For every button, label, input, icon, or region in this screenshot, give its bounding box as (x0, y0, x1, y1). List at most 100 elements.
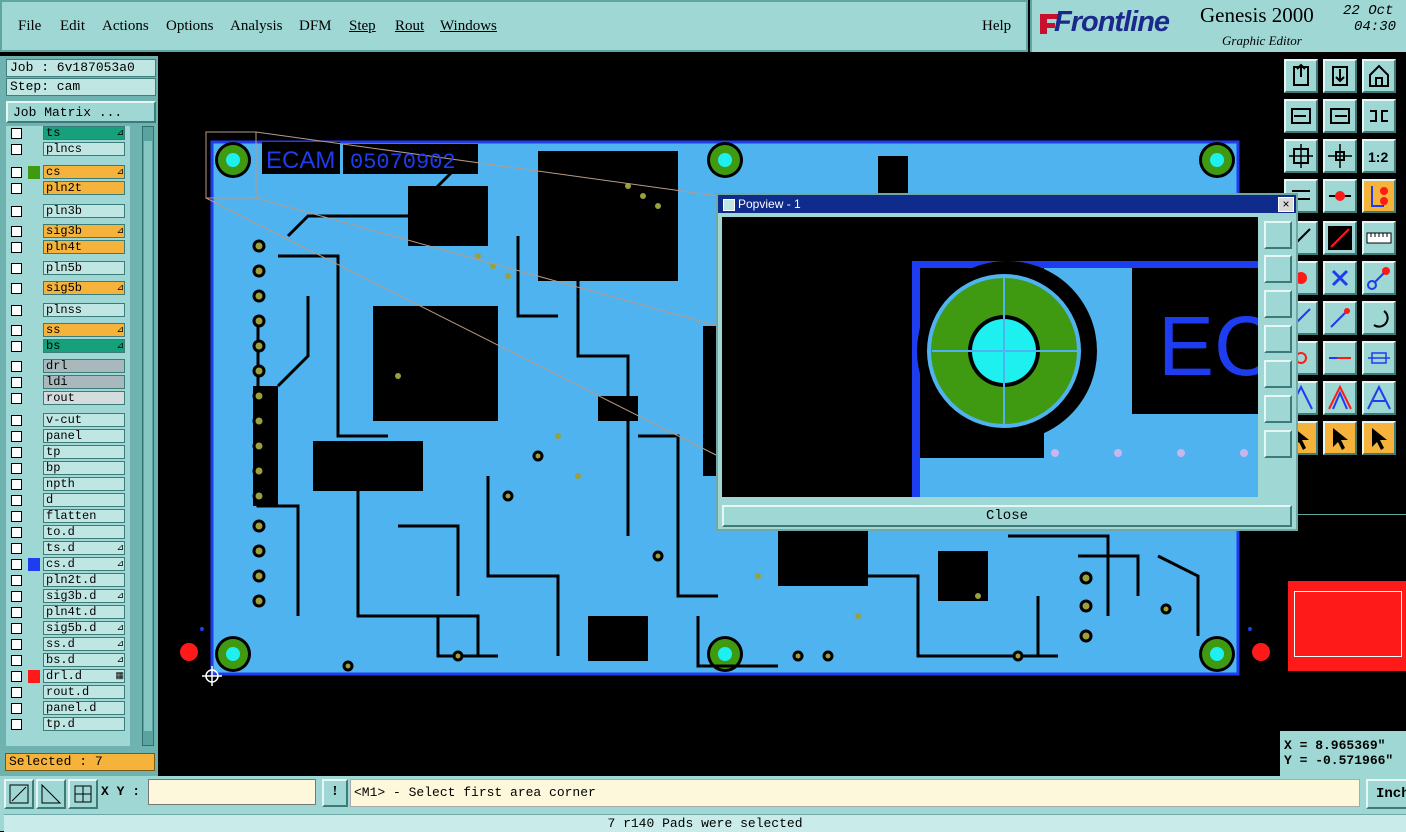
arc-tool-button[interactable] (1362, 301, 1396, 335)
dimension-button[interactable] (1362, 341, 1396, 375)
overview-panel[interactable] (1280, 514, 1406, 715)
menu-edit[interactable]: Edit (60, 18, 85, 35)
layer-row[interactable]: plncs (6, 142, 130, 157)
layer-name[interactable]: pln4t (43, 240, 125, 254)
layer-name[interactable]: flatten (43, 509, 125, 523)
netlist-button[interactable] (1362, 179, 1396, 213)
connect-tool-button[interactable] (1362, 261, 1396, 295)
layer-name[interactable]: cs.d (43, 557, 125, 571)
zoom-ratio-button[interactable]: 1:2 (1362, 139, 1396, 173)
layer-row[interactable]: ss.d ⊿ (6, 637, 130, 652)
layer-name[interactable]: sig5b (43, 281, 125, 295)
layer-scrollbar[interactable] (142, 126, 154, 746)
select-pointer-3-button[interactable] (1362, 421, 1396, 455)
layer-name[interactable]: bs (43, 339, 125, 353)
layer-checkbox[interactable] (11, 671, 22, 682)
popview-pan-left-icon[interactable] (1264, 325, 1292, 353)
layer-checkbox[interactable] (11, 703, 22, 714)
layer-row[interactable]: sig5b.d ⊿ (6, 621, 130, 636)
layer-row[interactable]: ts.d ⊿ (6, 541, 130, 556)
layer-row[interactable]: ss ⊿ (6, 323, 130, 338)
layer-name[interactable]: rout (43, 391, 125, 405)
layer-row[interactable]: bp (6, 461, 130, 476)
menu-dfm[interactable]: DFM (299, 18, 332, 35)
alert-icon[interactable]: ! (322, 779, 348, 807)
layer-name[interactable]: bs.d (43, 653, 125, 667)
layer-checkbox[interactable] (11, 283, 22, 294)
layer-name[interactable]: drl.d (43, 669, 125, 683)
layer-name[interactable]: ldi (43, 375, 125, 389)
menu-analysis[interactable]: Analysis (230, 18, 283, 35)
xy-input[interactable] (148, 779, 316, 805)
select-pointer-2-button[interactable] (1323, 421, 1357, 455)
layer-checkbox[interactable] (11, 226, 22, 237)
layer-name[interactable]: panel (43, 429, 125, 443)
layer-row[interactable]: sig3b.d ⊿ (6, 589, 130, 604)
zoom-fit-button[interactable] (1362, 99, 1396, 133)
layer-checkbox[interactable] (11, 206, 22, 217)
layer-row[interactable]: cs.d ⊿ (6, 557, 130, 572)
popview-close-button[interactable]: Close (722, 505, 1292, 527)
layer-row[interactable]: rout (6, 391, 130, 406)
layer-name[interactable]: npth (43, 477, 125, 491)
menu-windows[interactable]: Windows (440, 18, 497, 35)
layer-row[interactable]: v-cut (6, 413, 130, 428)
pan-right-button[interactable] (1323, 99, 1357, 133)
layer-row[interactable]: pln2t (6, 181, 130, 196)
layer-checkbox[interactable] (11, 325, 22, 336)
zoom-home-button[interactable] (1284, 59, 1318, 93)
layer-name[interactable]: ts.d (43, 541, 125, 555)
popview-zoom-in-icon[interactable] (1264, 430, 1292, 458)
layer-row[interactable]: pln3b (6, 204, 130, 219)
layer-row[interactable]: pln2t.d (6, 573, 130, 588)
ruler-button[interactable] (1362, 221, 1396, 255)
layer-color-indicator[interactable] (28, 558, 40, 571)
menu-step[interactable]: Step (349, 18, 376, 35)
layer-name[interactable]: tp (43, 445, 125, 459)
layer-name[interactable]: pln2t.d (43, 573, 125, 587)
layer-name[interactable]: pln4t.d (43, 605, 125, 619)
layer-checkbox[interactable] (11, 687, 22, 698)
menu-actions[interactable]: Actions (102, 18, 149, 35)
zoom-area-icon[interactable] (4, 779, 34, 809)
close-window-icon[interactable]: × (1278, 197, 1294, 212)
layer-row[interactable]: rout.d (6, 685, 130, 700)
layer-row[interactable]: tp.d (6, 717, 130, 732)
layer-row[interactable]: d (6, 493, 130, 508)
layer-row[interactable]: npth (6, 477, 130, 492)
layer-checkbox[interactable] (11, 183, 22, 194)
layer-checkbox[interactable] (11, 447, 22, 458)
layer-checkbox[interactable] (11, 431, 22, 442)
layer-checkbox[interactable] (11, 575, 22, 586)
layer-name[interactable]: v-cut (43, 413, 125, 427)
layer-checkbox[interactable] (11, 639, 22, 650)
grid-icon[interactable] (68, 779, 98, 809)
layer-color-indicator[interactable] (28, 166, 40, 179)
layer-name[interactable]: cs (43, 165, 125, 179)
layer-row[interactable]: drl.d ▦ (6, 669, 130, 684)
layer-row[interactable]: sig5b ⊿ (6, 281, 130, 296)
layer-checkbox[interactable] (11, 655, 22, 666)
layer-checkbox[interactable] (11, 511, 22, 522)
popview-pan-right-icon[interactable] (1264, 360, 1292, 388)
layer-row[interactable]: to.d (6, 525, 130, 540)
job-matrix-button[interactable]: Job Matrix ... (6, 101, 156, 123)
layer-name[interactable]: rout.d (43, 685, 125, 699)
layer-checkbox[interactable] (11, 128, 22, 139)
popview-zoom-out-icon[interactable] (1264, 395, 1292, 423)
layer-checkbox[interactable] (11, 495, 22, 506)
triangle-tool-button[interactable] (1323, 381, 1357, 415)
layer-row[interactable]: ts ⊿ (6, 126, 130, 141)
popview-pan-up-icon[interactable] (1264, 255, 1292, 283)
layer-checkbox[interactable] (11, 607, 22, 618)
units-button[interactable]: Inch (1366, 779, 1406, 809)
layer-checkbox[interactable] (11, 167, 22, 178)
layer-row[interactable]: pln4t (6, 240, 130, 255)
menu-file[interactable]: File (18, 18, 41, 35)
popview-zoom-fit-icon[interactable] (1264, 221, 1292, 249)
layer-row[interactable]: cs ⊿ (6, 165, 130, 180)
layer-name[interactable]: sig3b (43, 224, 125, 238)
layer-checkbox[interactable] (11, 144, 22, 155)
draw-red-line-button[interactable] (1323, 301, 1357, 335)
layer-checkbox[interactable] (11, 719, 22, 730)
